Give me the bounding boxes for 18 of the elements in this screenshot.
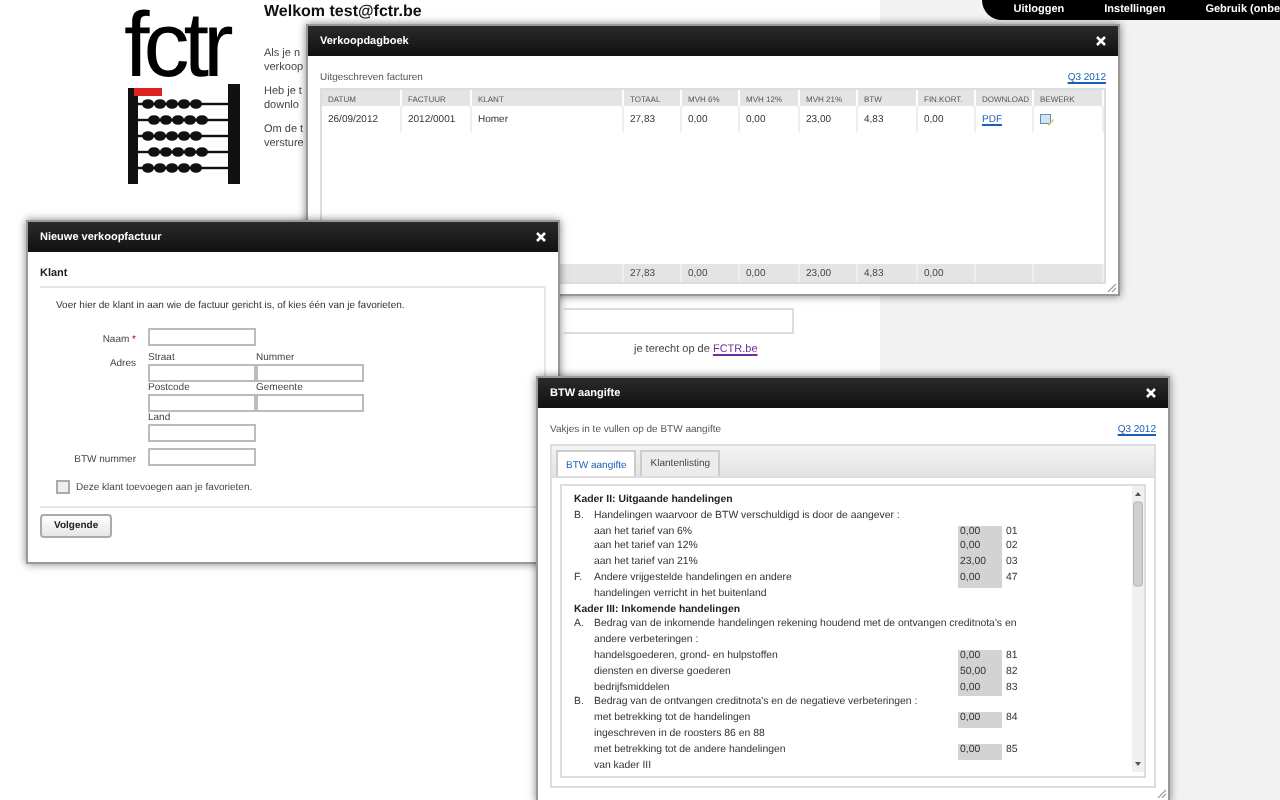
address-field[interactable] <box>256 394 364 412</box>
favorite-checkbox[interactable] <box>56 480 70 494</box>
close-icon[interactable] <box>1146 388 1156 398</box>
close-icon[interactable] <box>536 232 546 242</box>
address-field[interactable] <box>148 364 256 382</box>
address-field[interactable] <box>256 364 364 382</box>
edit-icon[interactable] <box>1040 114 1054 126</box>
logo-text: fctr <box>124 4 231 84</box>
vat-number-field[interactable] <box>148 448 256 466</box>
close-icon[interactable] <box>1096 36 1106 46</box>
name-field[interactable] <box>148 328 256 346</box>
address-field[interactable] <box>148 394 256 412</box>
abacus-drawing <box>124 84 244 184</box>
resize-grip-icon[interactable] <box>1156 788 1166 799</box>
scrollbar[interactable] <box>1132 486 1144 772</box>
resize-grip-icon[interactable] <box>1106 282 1116 292</box>
greeting: Welkom test@fctr.be <box>264 4 422 20</box>
address-field[interactable] <box>148 424 256 442</box>
